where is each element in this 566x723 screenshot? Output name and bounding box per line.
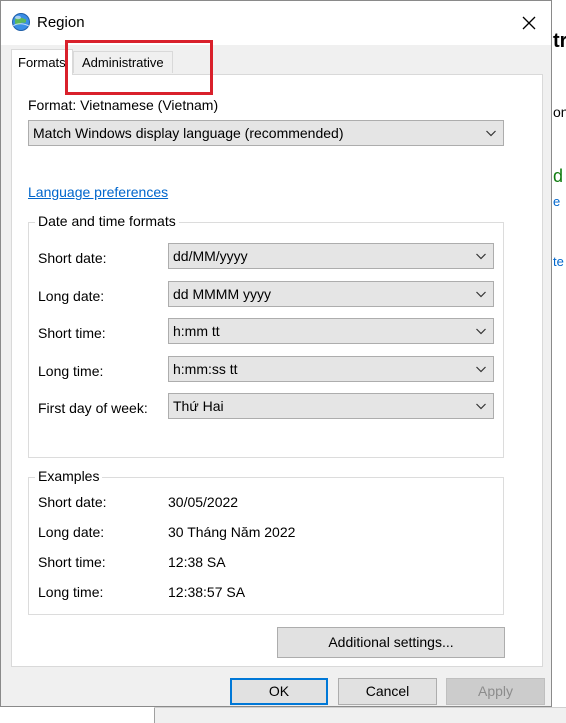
example-long-time-value: 12:38:57 SA: [168, 584, 246, 600]
close-icon: [522, 16, 536, 30]
first-day-of-week-label: First day of week:: [38, 400, 148, 416]
additional-settings-button[interactable]: Additional settings...: [277, 627, 505, 658]
long-date-dropdown[interactable]: dd MMMM yyyy: [168, 281, 494, 307]
chevron-down-icon: [476, 328, 486, 335]
example-short-date-label: Short date:: [38, 494, 107, 510]
example-short-time-value: 12:38 SA: [168, 554, 226, 570]
background-window-edge: [154, 707, 566, 723]
chevron-down-icon: [476, 291, 486, 298]
apply-button[interactable]: Apply: [446, 678, 545, 705]
background-text-2: on: [553, 104, 566, 120]
examples-group: Examples Short date: 30/05/2022 Long dat…: [28, 468, 504, 615]
chevron-down-icon: [476, 366, 486, 373]
format-dropdown-value: Match Windows display language (recommen…: [33, 125, 344, 141]
date-time-formats-group: Date and time formats Short date: dd/MM/…: [28, 213, 504, 458]
region-dialog: Region Formats Administrative Format: Vi…: [0, 0, 552, 707]
short-time-dropdown[interactable]: h:mm tt: [168, 318, 494, 344]
window-title: Region: [37, 14, 85, 31]
title-bar: Region: [1, 1, 551, 45]
long-date-label: Long date:: [38, 288, 105, 304]
example-short-date-value: 30/05/2022: [168, 494, 239, 510]
tab-administrative[interactable]: Administrative: [73, 51, 173, 73]
example-short-time-label: Short time:: [38, 554, 106, 570]
date-time-formats-title: Date and time formats: [35, 213, 179, 229]
long-time-value: h:mm:ss tt: [173, 361, 238, 377]
chevron-down-icon: [476, 403, 486, 410]
long-time-label: Long time:: [38, 363, 104, 379]
tab-formats-label: Formats: [18, 55, 66, 70]
close-button[interactable]: [515, 9, 543, 37]
long-date-value: dd MMMM yyyy: [173, 286, 271, 302]
short-date-dropdown[interactable]: dd/MM/yyyy: [168, 243, 494, 269]
cancel-label: Cancel: [365, 683, 410, 699]
globe-icon: [12, 13, 30, 31]
chevron-down-icon: [486, 130, 496, 137]
chevron-down-icon: [476, 253, 486, 260]
formats-panel: Format: Vietnamese (Vietnam) Match Windo…: [11, 74, 543, 667]
short-time-label: Short time:: [38, 325, 106, 341]
background-text-5: te: [553, 254, 564, 269]
apply-label: Apply: [477, 683, 514, 699]
background-text-4: e: [553, 194, 561, 209]
example-long-time-label: Long time:: [38, 584, 104, 600]
ok-button[interactable]: OK: [230, 678, 328, 705]
example-long-date-value: 30 Tháng Năm 2022: [168, 524, 296, 540]
background-text-3: d: [553, 166, 564, 186]
example-long-date-label: Long date:: [38, 524, 105, 540]
language-preferences-link[interactable]: Language preferences: [28, 184, 168, 200]
first-day-of-week-dropdown[interactable]: Thứ Hai: [168, 393, 494, 419]
format-dropdown[interactable]: Match Windows display language (recommen…: [28, 120, 504, 146]
background-text-1: tr: [553, 30, 566, 52]
examples-title: Examples: [35, 468, 103, 484]
short-date-value: dd/MM/yyyy: [173, 248, 248, 264]
long-time-dropdown[interactable]: h:mm:ss tt: [168, 356, 494, 382]
first-day-of-week-value: Thứ Hai: [173, 398, 224, 414]
background-window: tr on d e te: [552, 0, 566, 722]
tab-formats[interactable]: Formats: [11, 49, 73, 75]
format-label: Format: Vietnamese (Vietnam): [28, 97, 219, 113]
short-date-label: Short date:: [38, 250, 107, 266]
ok-label: OK: [268, 683, 290, 699]
cancel-button[interactable]: Cancel: [338, 678, 437, 705]
short-time-value: h:mm tt: [173, 323, 220, 339]
additional-settings-label: Additional settings...: [328, 634, 454, 650]
tab-administrative-label: Administrative: [82, 55, 164, 70]
